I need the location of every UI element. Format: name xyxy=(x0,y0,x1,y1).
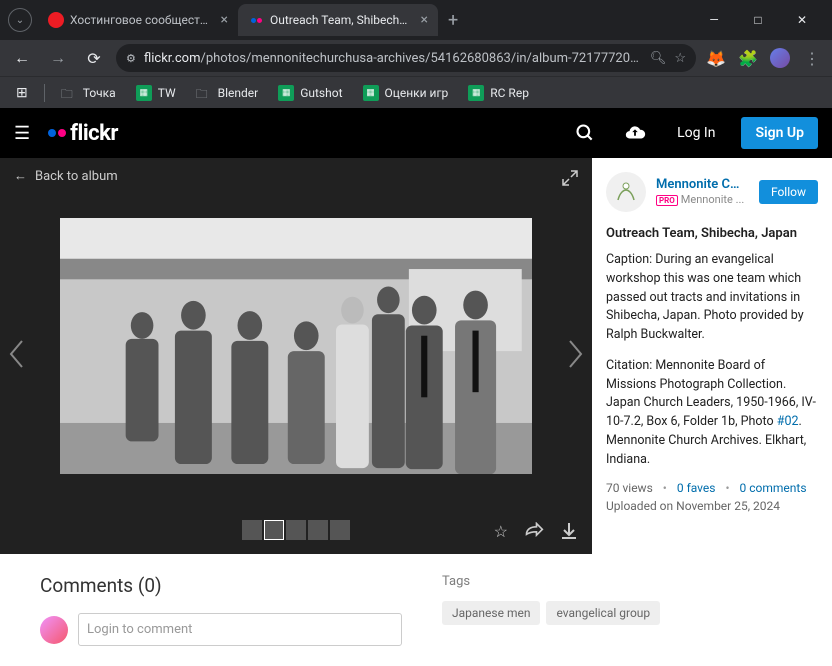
tab2-title: Outreach Team, Shibecha, Japa xyxy=(270,13,411,27)
tag-item[interactable]: evangelical group xyxy=(546,601,660,625)
minimize-button[interactable]: ― xyxy=(692,4,736,36)
address-bar[interactable]: ⚙ flickr.com/photos/mennonitechurchusa-a… xyxy=(116,44,696,72)
profile-avatar[interactable] xyxy=(768,46,792,70)
tag-item[interactable]: Japanese men xyxy=(442,601,540,625)
reload-button[interactable]: ⟳ xyxy=(80,44,108,72)
thumbnail-strip xyxy=(242,520,350,540)
fave-star-icon[interactable]: ☆ xyxy=(494,522,508,544)
bookmark-ratings[interactable]: ▦Оценки игр xyxy=(355,81,457,105)
citation-link[interactable]: #02 xyxy=(777,414,799,429)
expand-icon[interactable] xyxy=(562,170,578,190)
folder-icon: 🗀 xyxy=(61,85,77,101)
comments-link[interactable]: 0 comments xyxy=(740,481,807,495)
extensions-icon[interactable]: 🧩 xyxy=(736,46,760,70)
tab1-title: Хостинговое сообщество «Tim xyxy=(70,13,211,27)
views-count: 70 views xyxy=(606,481,653,495)
bookmark-blender[interactable]: 🗀Blender xyxy=(188,81,267,105)
back-to-album-link[interactable]: ← Back to album xyxy=(14,168,118,184)
bookmark-star-icon[interactable]: ☆ xyxy=(674,51,686,66)
tab-1[interactable]: Хостинговое сообщество «Tim × xyxy=(38,4,238,36)
photo-caption: Caption: During an evangelical workshop … xyxy=(606,251,818,345)
sheets-icon: ▦ xyxy=(468,85,484,101)
pro-badge: PRO xyxy=(656,195,678,206)
maximize-button[interactable]: □ xyxy=(736,4,780,36)
sheets-icon: ▦ xyxy=(136,85,152,101)
comments-heading: Comments (0) xyxy=(40,574,402,597)
sheets-icon: ▦ xyxy=(363,85,379,101)
tab2-favicon xyxy=(248,12,264,28)
new-tab-button[interactable]: + xyxy=(438,10,468,31)
signup-button[interactable]: Sign Up xyxy=(741,117,818,149)
thumb-1[interactable] xyxy=(242,520,262,540)
download-icon[interactable] xyxy=(560,522,578,544)
site-settings-icon[interactable]: ⚙ xyxy=(126,52,136,65)
prev-photo-button[interactable] xyxy=(8,339,26,373)
thumb-5[interactable] xyxy=(330,520,350,540)
tab1-close-icon[interactable]: × xyxy=(221,12,228,28)
tab2-close-icon[interactable]: × xyxy=(421,12,428,28)
tab-2[interactable]: Outreach Team, Shibecha, Japa × xyxy=(238,4,438,36)
bookmark-tw[interactable]: ▦TW xyxy=(128,81,184,105)
extension-metamask-icon[interactable]: 🦊 xyxy=(704,46,728,70)
upload-icon[interactable] xyxy=(619,117,651,149)
back-button[interactable]: ← xyxy=(8,44,36,72)
login-link[interactable]: Log In xyxy=(669,125,723,141)
owner-name-link[interactable]: Mennonite Chu... xyxy=(656,177,740,192)
bookmark-tochka[interactable]: 🗀Точка xyxy=(53,81,124,105)
photo-citation: Citation: Mennonite Board of Missions Ph… xyxy=(606,357,818,470)
folder-icon: 🗀 xyxy=(196,85,212,101)
flickr-dots-icon xyxy=(48,129,66,137)
search-in-page-icon[interactable]: 🔍︎ xyxy=(650,51,667,66)
thumb-2[interactable] xyxy=(264,520,284,540)
bookmark-gutshot[interactable]: ▦Gutshot xyxy=(270,81,350,105)
share-icon[interactable] xyxy=(524,522,544,544)
flickr-wordmark: flickr xyxy=(70,121,118,146)
bookmark-separator xyxy=(44,84,45,102)
thumb-4[interactable] xyxy=(308,520,328,540)
tags-heading: Tags xyxy=(442,574,792,589)
menu-icon[interactable]: ☰ xyxy=(14,123,30,144)
url-text: flickr.com/photos/mennonitechurchusa-arc… xyxy=(144,51,642,66)
owner-subtitle: Mennonite ... xyxy=(681,193,744,206)
follow-button[interactable]: Follow xyxy=(759,180,818,204)
uploaded-date: Uploaded on November 25, 2024 xyxy=(606,499,818,513)
close-window-button[interactable]: ✕ xyxy=(780,4,824,36)
apps-button[interactable]: ⊞ xyxy=(8,81,36,105)
faves-link[interactable]: 0 faves xyxy=(677,481,716,495)
next-photo-button[interactable] xyxy=(566,339,584,373)
thumb-3[interactable] xyxy=(286,520,306,540)
bookmark-rcrep[interactable]: ▦RC Rep xyxy=(460,81,537,105)
tab1-favicon xyxy=(48,12,64,28)
photo-title: Outreach Team, Shibecha, Japan xyxy=(606,226,818,241)
forward-button[interactable]: → xyxy=(44,44,72,72)
search-icon[interactable] xyxy=(569,117,601,149)
comment-input[interactable]: Login to comment xyxy=(78,613,402,646)
arrow-left-icon: ← xyxy=(14,168,27,184)
flickr-logo[interactable]: flickr xyxy=(48,121,118,146)
sheets-icon: ▦ xyxy=(278,85,294,101)
commenter-avatar[interactable] xyxy=(40,616,68,644)
browser-menu-icon[interactable]: ⋮ xyxy=(800,46,824,70)
back-label: Back to album xyxy=(35,169,118,184)
main-photo[interactable] xyxy=(60,218,532,474)
owner-avatar[interactable] xyxy=(606,172,646,212)
profile-chevron[interactable]: ⌄ xyxy=(8,8,32,32)
